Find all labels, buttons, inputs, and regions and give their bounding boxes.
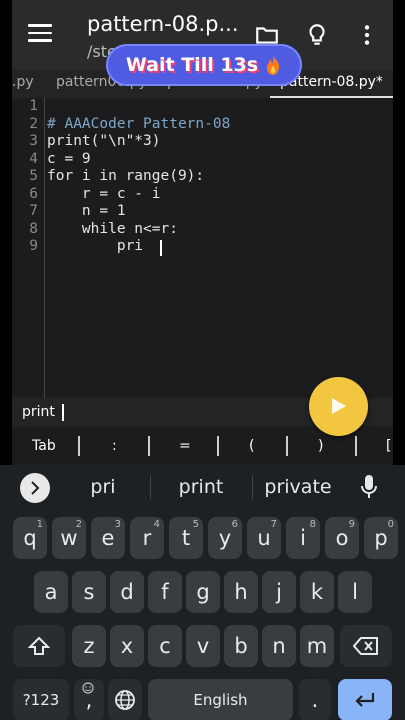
symbol-key-open-paren[interactable]: ( [249,438,254,454]
key-i[interactable]: i8 [286,517,320,559]
symbol-separator [355,436,357,456]
autocomplete-suggestion[interactable]: print [22,404,55,420]
code-line-8: while n<=r: [47,220,178,237]
key-l[interactable]: l [338,571,372,613]
play-icon [332,398,346,414]
line-number: 9 [29,238,38,254]
language-key[interactable] [108,679,142,720]
prediction-1[interactable]: pri [53,476,153,498]
line-number: 4 [29,150,38,167]
key-e[interactable]: e3 [91,517,125,559]
key-h[interactable]: h [224,571,258,613]
enter-icon [355,693,375,707]
code-line-6: r = c - i [47,185,161,202]
line-number: 6 [29,185,38,202]
text-cursor [160,240,162,256]
chevron-right-icon[interactable] [20,473,50,503]
code-line-4: c = 9 [47,150,91,167]
key-x[interactable]: x [110,625,144,667]
autocomplete-caret [62,404,64,421]
tab-file-1[interactable]: .py [12,74,34,90]
key-u[interactable]: u7 [247,517,281,559]
wait-badge-text: Wait Till 13s [125,54,259,76]
key-f[interactable]: f [148,571,182,613]
key-j[interactable]: j [262,571,296,613]
key-d[interactable]: d [110,571,144,613]
key-y[interactable]: y6 [208,517,242,559]
line-number: 1 [29,98,38,114]
shift-icon [28,636,50,655]
file-title: pattern-08.p... [87,12,239,36]
key-p[interactable]: p0 [364,517,398,559]
enter-key[interactable] [338,679,392,720]
key-w[interactable]: w2 [52,517,86,559]
code-line-5: for i in range(9): [47,168,205,184]
key-q[interactable]: q1 [13,517,47,559]
line-number: 8 [29,220,38,237]
period-key[interactable]: . [299,679,331,720]
prediction-3[interactable]: private [248,476,348,498]
menu-icon[interactable] [28,24,52,44]
lightbulb-icon[interactable] [304,22,330,48]
key-b[interactable]: b [224,625,258,667]
symbol-separator [217,436,219,456]
key-t[interactable]: t5 [169,517,203,559]
symbols-key[interactable]: ?123 [13,679,69,720]
key-m[interactable]: m [300,625,334,667]
symbol-separator [78,436,80,456]
key-c[interactable]: c [148,625,182,667]
key-o[interactable]: o9 [325,517,359,559]
symbol-separator [148,436,150,456]
onscreen-keyboard: pri print private q1 w2 e3 r4 t5 y6 u7 i… [0,465,405,720]
line-number: 3 [29,133,38,149]
symbol-key-close-paren[interactable]: ) [318,438,323,454]
line-number: 2 [29,115,38,132]
code-line-9: pri [47,238,144,254]
key-n[interactable]: n [262,625,296,667]
line-number-gutter: 1 2 3 4 5 6 7 8 9 [12,98,45,398]
comma-emoji-key[interactable]: , [74,679,104,720]
key-k[interactable]: k [300,571,334,613]
key-a[interactable]: a [34,571,68,613]
symbol-key-tab[interactable]: Tab [32,438,56,454]
more-vert-icon[interactable] [354,22,380,48]
code-line-2: # AAACoder Pattern-08 [47,115,231,132]
fire-icon [267,55,280,75]
code-line-3: print("\n"*3) [47,133,161,149]
keyboard-suggestion-row: pri print private [0,465,405,509]
wait-badge: Wait Till 13s [106,44,302,86]
key-r[interactable]: r4 [130,517,164,559]
mic-icon[interactable] [360,474,378,500]
line-number: 7 [29,203,38,219]
code-line-7: n = 1 [47,203,126,219]
backspace-key[interactable] [340,625,392,667]
backspace-icon [353,637,378,655]
symbol-separator [286,436,288,456]
code-editor[interactable]: 1 2 3 4 5 6 7 8 9 # AAACoder Pattern-08 … [12,98,393,398]
prediction-2[interactable]: print [151,476,251,498]
symbol-key-open-bracket[interactable]: [ [386,438,391,454]
globe-icon [115,690,135,710]
line-number: 5 [29,168,38,184]
shift-key[interactable] [13,625,65,667]
key-z[interactable]: z [72,625,106,667]
symbol-key-colon[interactable]: : [112,438,117,454]
key-v[interactable]: v [186,625,220,667]
space-key[interactable]: English [148,679,293,720]
play-button[interactable] [309,377,368,436]
key-s[interactable]: s [72,571,106,613]
symbol-key-equals[interactable]: = [179,438,191,454]
key-g[interactable]: g [186,571,220,613]
emoji-icon [82,682,94,694]
